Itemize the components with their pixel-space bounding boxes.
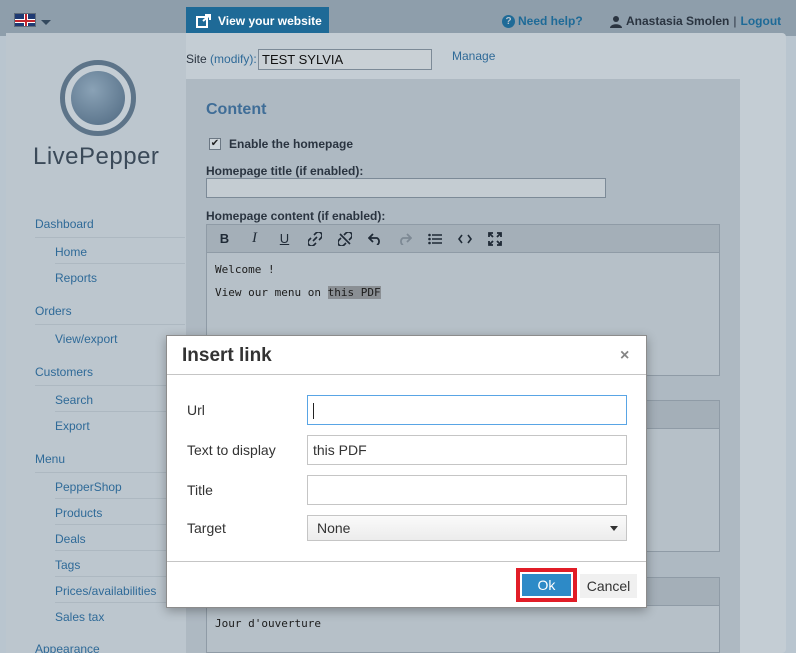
user-icon [610, 15, 622, 28]
sidebar-item-sales-tax[interactable]: Sales tax [55, 610, 104, 624]
divider [35, 472, 185, 473]
editor-body-text: Jour d'ouverture [215, 617, 321, 630]
sidebar-item-tags[interactable]: Tags [55, 558, 80, 572]
modify-link[interactable]: (modify): [210, 52, 257, 66]
editor-line: Welcome ! [215, 263, 275, 276]
editor-body[interactable]: Welcome ! View our menu on this PDF [207, 253, 719, 319]
sidebar-item-peppershop[interactable]: PepperShop [55, 480, 122, 494]
help-label: Need help? [518, 14, 583, 28]
divider [35, 385, 185, 386]
chevron-down-icon [610, 526, 618, 531]
bullet-list-icon[interactable] [425, 229, 444, 248]
divider [35, 237, 185, 238]
site-label-text: Site [186, 52, 207, 66]
view-website-label: View your website [218, 13, 322, 28]
editor-line-text: View our menu on [215, 286, 328, 299]
title-field[interactable] [307, 475, 627, 505]
question-circle-icon: ? [502, 14, 515, 28]
content-title: Content [206, 101, 267, 118]
insert-link-dialog: Insert link × Url Text to display this P… [166, 335, 647, 608]
sidebar-item-deals[interactable]: Deals [55, 532, 86, 546]
separator: | [733, 14, 737, 28]
sidebar-section-customers[interactable]: Customers [35, 365, 93, 379]
logo-icon [60, 60, 136, 136]
dialog-header: Insert link × [167, 336, 646, 375]
underline-icon[interactable]: U [275, 229, 294, 248]
uk-flag-icon[interactable] [14, 13, 36, 27]
chevron-down-icon[interactable] [41, 20, 51, 25]
ok-button[interactable]: Ok [522, 574, 571, 596]
text-to-display-label: Text to display [187, 442, 276, 458]
url-field[interactable] [307, 395, 627, 425]
bold-icon[interactable]: B [215, 229, 234, 248]
logo-text: LivePepper [33, 143, 160, 170]
homepage-title-label: Homepage title (if enabled): [206, 164, 364, 178]
sidebar-item-reports[interactable]: Reports [55, 271, 97, 285]
sidebar-section-dashboard[interactable]: Dashboard [35, 217, 94, 231]
selected-text: this PDF [327, 286, 381, 299]
cancel-button[interactable]: Cancel [580, 574, 637, 598]
manage-link[interactable]: Manage [452, 49, 495, 63]
enable-homepage-label: Enable the homepage [229, 137, 354, 151]
target-select[interactable]: None [307, 515, 627, 541]
fullscreen-icon[interactable] [485, 229, 504, 248]
dialog-title: Insert link [182, 345, 272, 366]
sidebar-item-export[interactable]: Export [55, 419, 90, 433]
user-area: Anastasia Smolen | Logout [610, 14, 781, 28]
user-name: Anastasia Smolen [626, 14, 730, 28]
highlight-frame: Ok [516, 568, 577, 602]
link-icon[interactable] [305, 229, 324, 248]
help-link[interactable]: ? Need help? [502, 14, 583, 28]
external-link-icon [196, 13, 211, 28]
divider [35, 324, 185, 325]
editor-line: View our menu on this PDF [215, 286, 711, 299]
sidebar-item-search[interactable]: Search [55, 393, 93, 407]
editor-toolbar: B I U [207, 225, 719, 253]
sidebar-item-home[interactable]: Home [55, 245, 87, 259]
text-to-display-field[interactable]: this PDF [307, 435, 627, 465]
undo-icon[interactable] [365, 229, 384, 248]
target-select-value: None [317, 520, 351, 536]
text-cursor [313, 403, 314, 420]
target-label: Target [187, 520, 226, 536]
sidebar-item-view-export[interactable]: View/export [55, 332, 117, 346]
redo-icon[interactable] [395, 229, 414, 248]
title-label: Title [187, 482, 213, 498]
sidebar-item-prices-availabilities[interactable]: Prices/availabilities [55, 584, 156, 598]
sidebar-section-menu[interactable]: Menu [35, 452, 65, 466]
source-code-icon[interactable] [455, 229, 474, 248]
unlink-icon[interactable] [335, 229, 354, 248]
enable-homepage-checkbox[interactable]: ✔ [209, 138, 221, 150]
italic-icon[interactable]: I [245, 229, 264, 248]
sidebar-section-orders[interactable]: Orders [35, 304, 72, 318]
divider [55, 263, 185, 264]
site-field[interactable]: TEST SYLVIA [258, 49, 432, 70]
homepage-content-label: Homepage content (if enabled): [206, 209, 386, 223]
dialog-footer: Ok Cancel [167, 561, 646, 607]
homepage-title-field[interactable] [206, 178, 606, 198]
close-icon[interactable]: × [620, 347, 629, 365]
url-label: Url [187, 402, 205, 418]
sidebar-item-products[interactable]: Products [55, 506, 102, 520]
site-label: Site (modify): [186, 52, 257, 66]
sidebar-section-appearance[interactable]: Appearance [35, 642, 100, 653]
logout-link[interactable]: Logout [741, 14, 782, 28]
view-website-button[interactable]: View your website [186, 7, 329, 34]
